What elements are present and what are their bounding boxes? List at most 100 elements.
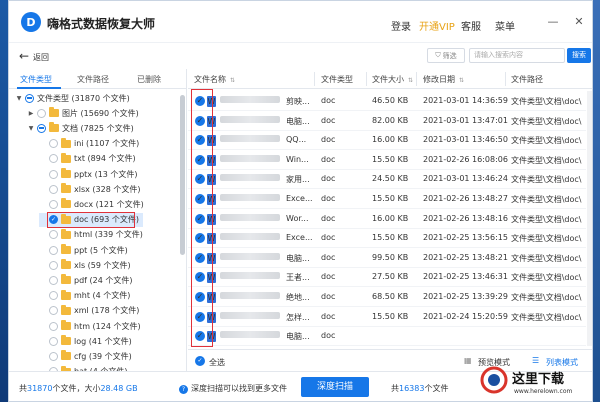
tree-checkbox[interactable]	[49, 199, 58, 209]
tree-checkbox[interactable]	[49, 245, 58, 255]
table-row[interactable]: ✓ W 王者... doc 27.50 KB 2021-02-25 13:46:31 文件类…	[188, 267, 586, 288]
tree-item[interactable]: xlsx (328 个文件)	[39, 182, 140, 196]
blurred-filename	[220, 233, 280, 241]
tree-item[interactable]: html (339 个文件)	[39, 228, 143, 242]
table-row[interactable]: ✓ W 剪映... doc 46.50 KB 2021-03-01 14:36:59 文件类…	[188, 91, 586, 111]
tree-checkbox[interactable]	[49, 321, 58, 331]
header-file-type[interactable]: 文件类型	[321, 74, 353, 85]
file-name-tail: 绝地...	[286, 293, 310, 302]
search-input[interactable]: 请输入搜索内容	[469, 48, 565, 63]
tree-checkbox[interactable]	[49, 184, 58, 194]
deep-scan-button[interactable]: 深度扫描	[301, 377, 369, 397]
tab-file-path[interactable]: 文件路径	[77, 74, 109, 85]
table-row[interactable]: ✓ W Exce... doc 15.50 KB 2021-02-26 13:48:27 文…	[188, 189, 586, 209]
table-row[interactable]: ✓ W 电脑... doc 99.50 KB 2021-02-25 13:48:21 文件类…	[188, 248, 586, 268]
file-path-cell: 文件类型\文档\doc\	[511, 97, 582, 106]
file-path-cell: 文件类型\文档\doc\	[511, 175, 582, 185]
header-file-name[interactable]: 文件名称 ⇅	[194, 74, 235, 85]
file-size-cell: 68.50 KB	[372, 292, 409, 301]
file-size-cell: 24.50 KB	[372, 174, 409, 184]
tree-item[interactable]: log (41 个文件)	[39, 334, 132, 348]
tree-item-label: 图片 (15690 个文件)	[62, 108, 139, 118]
tree-item[interactable]: ppt (5 个文件)	[39, 243, 128, 257]
table-row[interactable]: ✓ W 电脑... doc	[188, 326, 586, 347]
file-path-cell: 文件类型\文档\doc\	[511, 155, 582, 165]
left-scrollbar[interactable]	[180, 95, 185, 255]
tree-item[interactable]: ▼ 文件类型 (31870 个文件)	[15, 91, 130, 105]
tree-checkbox[interactable]	[49, 275, 58, 285]
tree-checkbox[interactable]	[49, 260, 58, 270]
tree-item[interactable]: mht (4 个文件)	[39, 289, 130, 303]
tree-item[interactable]: txt (894 个文件)	[39, 152, 136, 166]
back-button[interactable]: 返回	[33, 52, 49, 63]
back-arrow-icon[interactable]: ←	[19, 49, 29, 63]
tree-checkbox[interactable]	[37, 123, 46, 133]
menu-link[interactable]: 菜单	[495, 18, 515, 33]
file-size-cell: 15.50 KB	[372, 233, 409, 243]
folder-icon	[61, 137, 71, 148]
chevron-down-icon[interactable]: ▼	[27, 125, 35, 132]
tree-item[interactable]: xls (59 个文件)	[39, 258, 131, 272]
tree-item-label: pdf (24 个文件)	[74, 275, 133, 285]
table-row[interactable]: ✓ W Win... doc 15.50 KB 2021-02-26 16:08:06 文件…	[188, 150, 586, 170]
close-icon[interactable]: ✕	[573, 16, 585, 28]
file-size-cell: 15.50 KB	[372, 194, 409, 203]
tree-item[interactable]: htm (124 个文件)	[39, 319, 141, 333]
header-modified-date[interactable]: 修改日期 ⇅	[423, 74, 464, 85]
tree-checkbox[interactable]	[37, 108, 46, 118]
blurred-filename	[220, 252, 280, 260]
left-tabs: 文件类型 文件路径 已删除	[9, 69, 187, 89]
minimize-icon[interactable]: —	[547, 16, 559, 28]
chevron-right-icon[interactable]: ▶	[27, 110, 35, 117]
table-row[interactable]: ✓ W 绝地... doc 68.50 KB 2021-02-25 13:39:29 文件类…	[188, 287, 586, 307]
folder-icon	[61, 304, 71, 315]
select-all-label[interactable]: 全选	[209, 357, 225, 368]
tree-checkbox[interactable]	[49, 169, 58, 179]
file-name-tail: 王者...	[286, 273, 310, 283]
table-scrollbar[interactable]	[587, 91, 592, 346]
table-row[interactable]: ✓ W Exce... doc 15.50 KB 2021-02-25 13:56:15 文…	[188, 228, 586, 249]
file-name-tail: Wor...	[286, 213, 309, 223]
login-link[interactable]: 登录	[391, 18, 411, 33]
table-row[interactable]: ✓ W 电脑... doc 82.00 KB 2021-03-01 13:47:01 文件类…	[188, 111, 586, 131]
tab-file-type[interactable]: 文件类型	[20, 74, 52, 85]
service-link[interactable]: 客服	[461, 18, 481, 33]
search-button[interactable]: 搜索	[567, 48, 591, 63]
tree-item[interactable]: docx (121 个文件)	[39, 197, 144, 211]
vip-link[interactable]: 开通VIP	[419, 18, 455, 33]
tree-checkbox[interactable]	[49, 154, 58, 164]
tree-item[interactable]: ▼ 文档 (7825 个文件)	[27, 121, 134, 135]
tree-checkbox[interactable]	[49, 230, 58, 240]
chevron-down-icon[interactable]: ▼	[15, 95, 23, 102]
tree-checkbox[interactable]	[49, 139, 58, 149]
modified-date-cell: 2021-03-01 13:47:01	[423, 115, 508, 125]
tree-checkbox[interactable]	[49, 336, 58, 346]
header-file-path[interactable]: 文件路径	[511, 74, 543, 85]
tab-deleted[interactable]: 已删除	[137, 74, 161, 85]
tree-item[interactable]: cfg (39 个文件)	[39, 349, 132, 363]
tree-item[interactable]: ini (1107 个文件)	[39, 137, 139, 151]
tree-checkbox[interactable]	[49, 306, 58, 316]
active-tab-indicator	[17, 87, 61, 89]
tree-item[interactable]: ▶ 图片 (15690 个文件)	[27, 106, 139, 120]
folder-icon	[49, 107, 59, 118]
tree-item-label: log (41 个文件)	[74, 336, 132, 346]
filter-button[interactable]: ⛉ 筛选	[427, 48, 465, 63]
tree-item[interactable]: xml (178 个文件)	[39, 304, 139, 318]
select-all-checkbox[interactable]: ✓	[195, 356, 205, 366]
tree-item[interactable]: pptx (13 个文件)	[39, 167, 138, 181]
header-file-size[interactable]: 文件大小 ⇅	[372, 74, 413, 85]
file-path-cell: 文件类型\文档\doc\	[511, 195, 582, 204]
tree-item-label: htm (124 个文件)	[74, 321, 141, 331]
file-name-tail: 电脑...	[286, 253, 310, 263]
tree-item[interactable]: pdf (24 个文件)	[39, 273, 132, 287]
highlight-checkbox-column	[191, 89, 213, 347]
table-row[interactable]: ✓ W QQ... doc 16.00 KB 2021-03-01 13:46:50 文件类…	[188, 130, 586, 151]
table-row[interactable]: ✓ W Wor... doc 16.00 KB 2021-02-26 13:48:16 文件…	[188, 209, 586, 229]
table-row[interactable]: ✓ W 怎样... doc 15.50 KB 2021-02-24 15:20:59 文件类…	[188, 307, 586, 327]
tree-checkbox[interactable]	[25, 93, 34, 103]
file-path-cell: 文件类型\文档\doc\	[511, 214, 582, 224]
tree-checkbox[interactable]	[49, 291, 58, 301]
table-row[interactable]: ✓ W 家用... doc 24.50 KB 2021-03-01 13:46:24 文件类…	[188, 169, 586, 190]
tree-checkbox[interactable]	[49, 351, 58, 361]
